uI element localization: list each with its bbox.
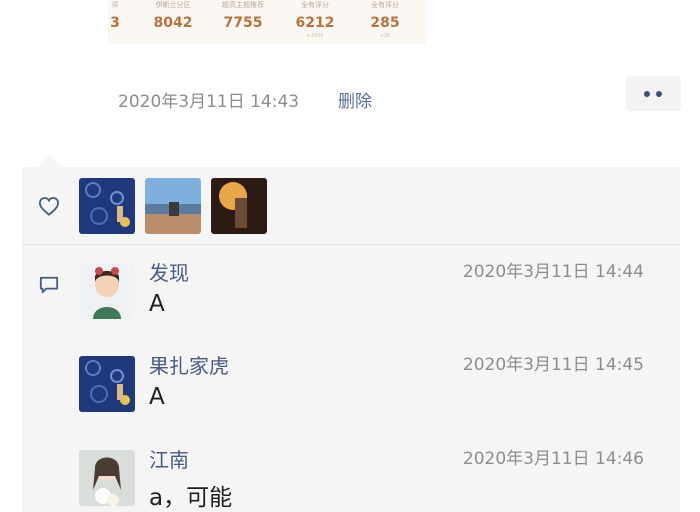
stat-sub: +1500	[306, 33, 324, 39]
stat-label: 超高主题推荐	[222, 1, 264, 9]
stat-label: 评	[111, 1, 119, 9]
interaction-panel: 发现 2020年3月11日 14:44 A 果扎家虎 2020年3月11日 14…	[22, 167, 680, 512]
post-timestamp: 2020年3月11日 14:43	[118, 92, 300, 112]
comment-icon	[39, 276, 59, 294]
stat-item: 全有评分 285 +35	[360, 0, 410, 40]
panel-pointer	[38, 155, 62, 167]
stat-item: 超高主题推荐 7755	[218, 0, 268, 32]
stat-item: 评 3	[108, 0, 130, 32]
stat-value: 8042	[153, 15, 193, 31]
comment-text: a，可能	[149, 485, 233, 511]
comment-author[interactable]: 发现	[149, 257, 189, 286]
liker-avatar[interactable]	[211, 178, 267, 234]
comment-time: 2020年3月11日 14:46	[462, 449, 644, 469]
comment-time: 2020年3月11日 14:44	[462, 262, 644, 282]
more-dots-icon	[644, 91, 650, 97]
comment-text: A	[149, 384, 165, 410]
avatar[interactable]	[79, 450, 135, 506]
stat-label: 全有评分	[371, 1, 399, 9]
more-dots-icon	[656, 91, 662, 97]
stat-sub: +35	[379, 33, 391, 39]
stat-value: 285	[370, 15, 400, 31]
stat-value: 6212	[295, 15, 335, 31]
stat-item: 伊斯兰分区 8042	[148, 0, 198, 32]
heart-icon	[38, 197, 60, 216]
stat-item: 全有评分 6212 +1500	[290, 0, 340, 40]
avatar[interactable]	[79, 263, 135, 319]
delete-button[interactable]: 删除	[338, 87, 372, 112]
comment-author[interactable]: 果扎家虎	[149, 350, 229, 379]
liker-avatar[interactable]	[79, 178, 135, 234]
liker-avatar[interactable]	[145, 178, 201, 234]
comment-author[interactable]: 江南	[149, 444, 189, 473]
comment-time: 2020年3月11日 14:45	[462, 355, 644, 375]
like-row	[22, 167, 680, 244]
stat-label: 伊斯兰分区	[155, 1, 191, 9]
stat-value: 7755	[223, 15, 263, 31]
avatar[interactable]	[79, 356, 135, 412]
divider	[22, 244, 680, 245]
more-button[interactable]	[626, 76, 681, 111]
stat-value: 3	[110, 15, 120, 31]
stat-label: 全有评分	[301, 1, 329, 9]
comment-text: A	[149, 291, 165, 317]
stats-image-strip: 评 3 伊斯兰分区 8042 超高主题推荐 7755 全有评分 6212 +15…	[108, 0, 426, 44]
